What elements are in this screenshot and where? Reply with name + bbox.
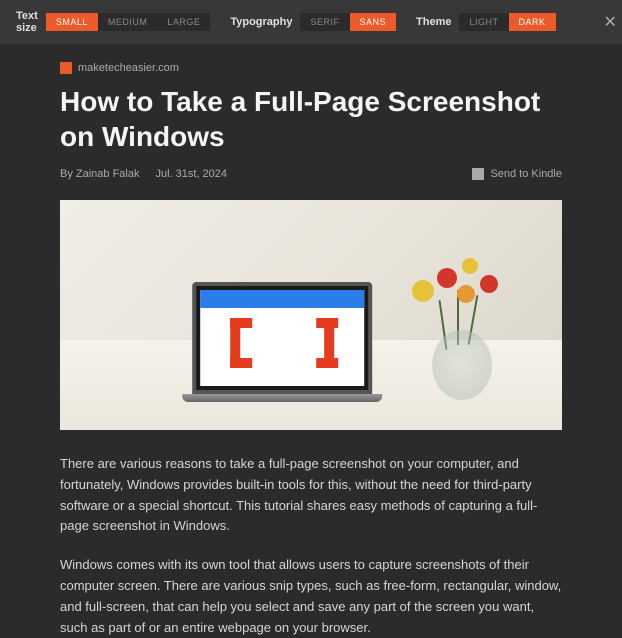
reader-toolbar: Text size SMALL MEDIUM LARGE Typography …	[0, 0, 622, 44]
typography-sans[interactable]: SANS	[350, 13, 397, 31]
text-size-large[interactable]: LARGE	[157, 13, 210, 31]
theme-group: Theme LIGHT DARK	[416, 13, 556, 31]
article-date: Jul. 31st, 2024	[155, 168, 227, 180]
text-size-small[interactable]: SMALL	[46, 13, 98, 31]
source-domain: maketecheasier.com	[78, 62, 179, 74]
send-to-kindle-label: Send to Kindle	[490, 168, 562, 180]
article-author: By Zainab Falak	[60, 168, 139, 180]
typography-group: Typography SERIF SANS	[230, 13, 396, 31]
typography-segmented: SERIF SANS	[300, 13, 396, 31]
text-size-group: Text size SMALL MEDIUM LARGE	[16, 10, 210, 34]
article-title: How to Take a Full-Page Screenshot on Wi…	[60, 84, 562, 154]
article-source: maketecheasier.com	[60, 62, 562, 74]
theme-dark[interactable]: DARK	[509, 13, 556, 31]
article-content: maketecheasier.com How to Take a Full-Pa…	[0, 44, 622, 638]
text-size-label: Text size	[16, 10, 38, 34]
article-paragraph: Windows comes with its own tool that all…	[60, 555, 562, 638]
theme-segmented: LIGHT DARK	[459, 13, 555, 31]
kindle-icon	[472, 168, 484, 180]
close-button[interactable]: ✕	[596, 8, 622, 36]
article-paragraph: There are various reasons to take a full…	[60, 454, 562, 537]
close-icon: ✕	[604, 14, 617, 31]
hero-image	[60, 200, 562, 430]
send-to-kindle-button[interactable]: Send to Kindle	[472, 168, 562, 180]
source-favicon	[60, 62, 72, 74]
theme-label: Theme	[416, 16, 451, 28]
typography-serif[interactable]: SERIF	[300, 13, 349, 31]
typography-label: Typography	[230, 16, 292, 28]
laptop-graphic	[192, 282, 372, 402]
text-size-segmented: SMALL MEDIUM LARGE	[46, 13, 211, 31]
article-meta: By Zainab Falak Jul. 31st, 2024 Send to …	[60, 168, 562, 180]
text-size-medium[interactable]: MEDIUM	[98, 13, 158, 31]
theme-light[interactable]: LIGHT	[459, 13, 508, 31]
